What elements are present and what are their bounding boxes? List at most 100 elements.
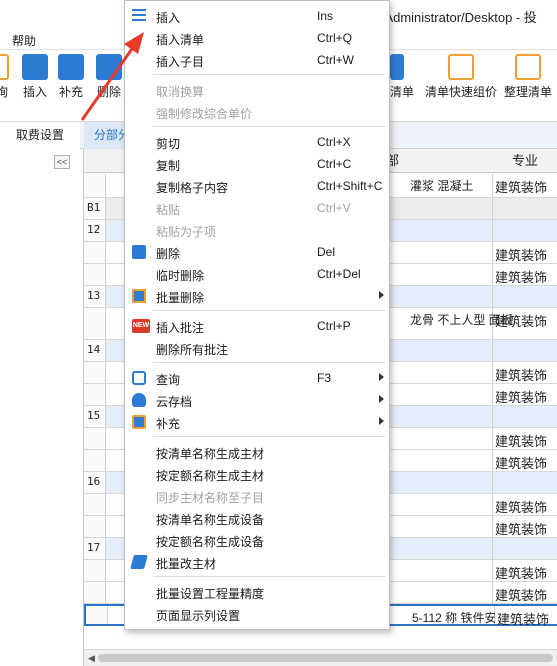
context-menu-item[interactable]: 同步主材名称至子目	[125, 485, 389, 507]
row-profession[interactable]	[493, 198, 557, 219]
menu-item-label: 粘贴为子项	[156, 225, 217, 239]
row-profession[interactable]: 建筑装饰	[493, 516, 557, 537]
menu-item-shortcut: Del	[317, 245, 336, 259]
menu-item-shortcut: Ctrl+Shift+C	[317, 179, 383, 193]
menu-help[interactable]: 帮助	[12, 32, 36, 49]
trash-icon	[132, 245, 146, 259]
context-menu-item[interactable]: 按定额名称生成设备	[125, 529, 389, 551]
insert-list-icon	[390, 54, 404, 80]
row-profession[interactable]: 建筑装饰	[493, 494, 557, 515]
context-menu-item[interactable]: 复制格子内容 Ctrl+Shift+C	[125, 175, 389, 197]
menu-item-label: 剪切	[156, 137, 181, 151]
context-menu-item[interactable]: 剪切 Ctrl+X	[125, 131, 389, 153]
row-profession[interactable]	[493, 538, 557, 559]
context-menu-item[interactable]: 删除所有批注	[125, 337, 389, 359]
list-icon	[132, 9, 146, 23]
row-number	[84, 560, 106, 581]
row-profession[interactable]: 建筑装饰	[493, 242, 557, 263]
row-profession[interactable]	[493, 340, 557, 361]
supplement-button[interactable]: 补充	[56, 54, 86, 100]
menu-item-shortcut: Ctrl+X	[317, 135, 351, 149]
context-menu-item[interactable]: 查询 F3	[125, 367, 389, 389]
row-profession[interactable]: 建筑装饰	[495, 606, 557, 627]
row-profession[interactable]: 建筑装饰	[493, 428, 557, 449]
scroll-left-icon[interactable]: ◀	[88, 653, 95, 664]
row-number: 13	[84, 286, 106, 307]
row-number	[86, 606, 108, 624]
context-menu-item[interactable]: 批量改主材	[125, 551, 389, 573]
context-menu-item[interactable]: 临时删除 Ctrl+Del	[125, 263, 389, 285]
context-menu-item[interactable]: 取消换算	[125, 79, 389, 101]
context-menu-item[interactable]: 复制 Ctrl+C	[125, 153, 389, 175]
row-number	[84, 428, 106, 449]
menu-item-label: 云存档	[156, 395, 193, 409]
row-profession[interactable]: 建筑装饰	[493, 362, 557, 383]
batch-delete-icon	[132, 289, 146, 303]
context-menu-item[interactable]: 批量删除	[125, 285, 389, 307]
row-number	[84, 174, 106, 197]
menu-item-label: 批量设置工程量精度	[156, 587, 265, 601]
menu-item-label: 批量改主材	[156, 557, 217, 571]
horizontal-scrollbar[interactable]: ◀	[84, 649, 557, 666]
row-profession[interactable]	[493, 472, 557, 493]
context-menu-item[interactable]: 批量设置工程量精度	[125, 581, 389, 603]
context-menu-item[interactable]: 按清单名称生成设备	[125, 507, 389, 529]
menu-item-label: 删除	[156, 247, 181, 261]
context-menu-item[interactable]: 粘贴 Ctrl+V	[125, 197, 389, 219]
row-profession[interactable]: 建筑装饰	[493, 582, 557, 603]
menu-item-label: 插入清单	[156, 33, 205, 47]
context-menu-item[interactable]: 云存档	[125, 389, 389, 411]
search-icon	[132, 371, 146, 385]
insert-list-button[interactable]: 清单	[388, 54, 416, 100]
menu-item-label: 复制	[156, 159, 181, 173]
row-number	[84, 582, 106, 603]
row-text: 5-112 称 铁件安装	[412, 611, 509, 625]
context-menu-item[interactable]: 插入 Ins	[125, 5, 389, 27]
insert-button[interactable]: 插入	[20, 54, 50, 100]
row-number	[84, 264, 106, 285]
context-menu-item[interactable]: NEW 插入批注 Ctrl+P	[125, 315, 389, 337]
context-menu-item[interactable]: 插入清单 Ctrl+Q	[125, 27, 389, 49]
context-menu-item[interactable]: 删除 Del	[125, 241, 389, 263]
context-menu-item[interactable]: 页面显示列设置	[125, 603, 389, 625]
row-number: 14	[84, 340, 106, 361]
organize-list-button[interactable]: 整理清单	[502, 54, 554, 100]
menu-separator	[153, 362, 385, 363]
row-profession[interactable]: 建筑装饰	[493, 384, 557, 405]
row-profession[interactable]	[493, 286, 557, 307]
query-button[interactable]: 询	[0, 54, 12, 100]
menu-separator	[153, 436, 385, 437]
menu-separator	[153, 126, 385, 127]
row-profession[interactable]	[493, 406, 557, 427]
context-menu-item[interactable]: 强制修改综合单价	[125, 101, 389, 123]
row-profession[interactable]: 建筑装饰	[493, 264, 557, 285]
scrollbar-thumb[interactable]	[98, 654, 553, 662]
delete-button[interactable]: 删除	[94, 54, 124, 100]
row-profession[interactable]: 建筑装饰	[493, 308, 557, 339]
row-number	[84, 384, 106, 405]
supplement-icon	[58, 54, 84, 80]
row-profession[interactable]: 建筑装饰	[493, 450, 557, 471]
quick-price-button[interactable]: 清单快速组价	[424, 54, 498, 100]
row-number	[84, 308, 106, 339]
submenu-arrow-icon	[379, 373, 384, 381]
menu-item-label: 强制修改综合单价	[156, 107, 253, 121]
context-menu-item[interactable]: 按定额名称生成主材	[125, 463, 389, 485]
tab-fee-settings[interactable]: 取费设置	[0, 122, 80, 149]
menu-item-shortcut: Ctrl+Q	[317, 31, 353, 45]
new-icon: NEW	[132, 319, 150, 333]
context-menu-item[interactable]: 粘贴为子项	[125, 219, 389, 241]
menu-item-label: 临时删除	[156, 269, 205, 283]
context-menu-item[interactable]: 补充	[125, 411, 389, 433]
context-menu-item[interactable]: 插入子目 Ctrl+W	[125, 49, 389, 71]
context-menu-item[interactable]: 按清单名称生成主材	[125, 441, 389, 463]
menu-item-label: 查询	[156, 373, 181, 387]
row-profession[interactable]	[493, 220, 557, 241]
row-profession[interactable]: 建筑装饰	[493, 560, 557, 581]
collapse-icon[interactable]: <<	[54, 155, 70, 169]
delete-icon	[96, 54, 122, 80]
submenu-arrow-icon	[379, 417, 384, 425]
row-profession[interactable]: 建筑装饰	[493, 174, 557, 197]
menu-item-label: 同步主材名称至子目	[156, 491, 265, 505]
menu-item-label: 按清单名称生成设备	[156, 513, 265, 527]
